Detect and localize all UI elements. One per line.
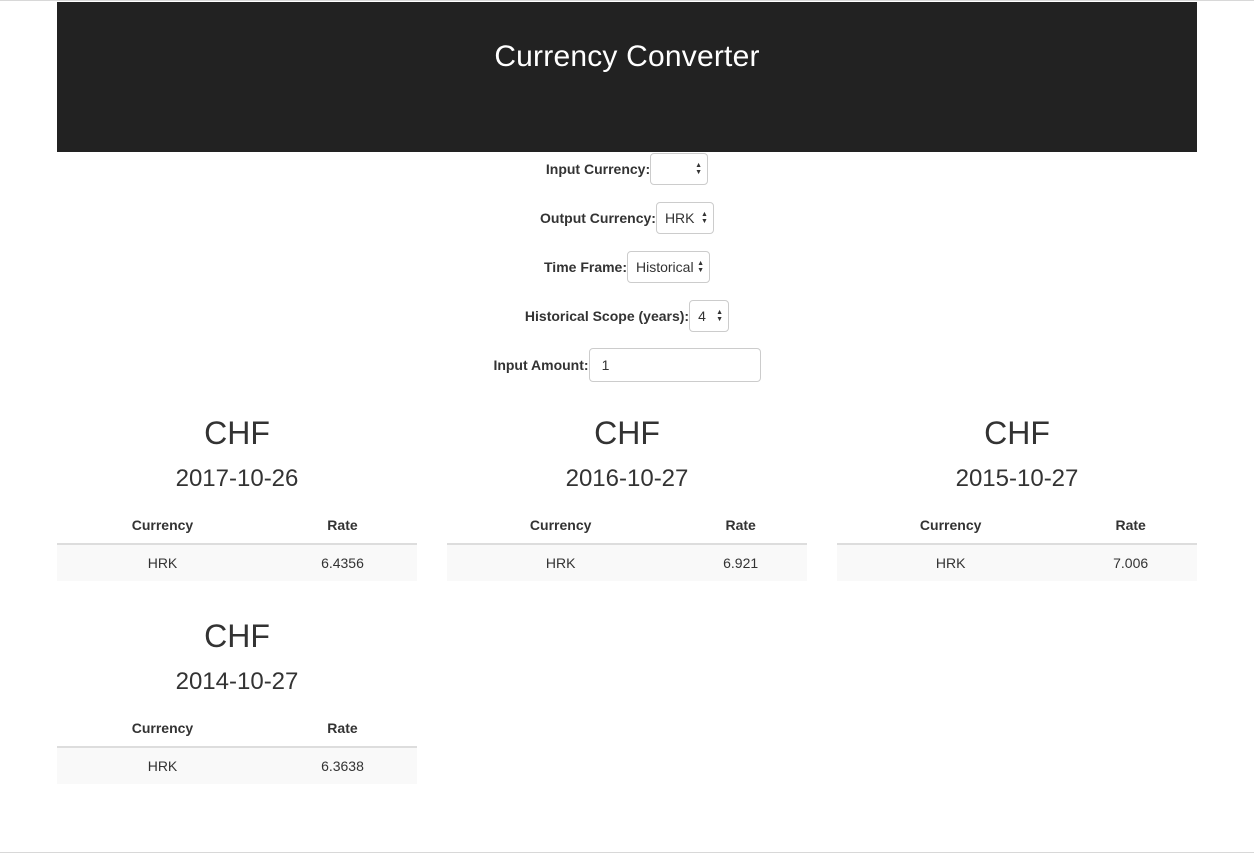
- result-base-currency: CHF: [204, 415, 270, 451]
- column-header-currency: Currency: [57, 507, 268, 545]
- historical-scope-row: Historical Scope (years): 4 ▲ ▼: [0, 299, 1254, 333]
- time-frame-value: Historical: [636, 259, 694, 275]
- select-arrows-icon: ▲ ▼: [697, 260, 704, 274]
- table-row: HRK 6.3638: [57, 747, 417, 784]
- output-currency-row: Output Currency: HRK ▲ ▼: [0, 201, 1254, 235]
- result-table: Currency Rate HRK 6.921: [447, 507, 807, 581]
- select-arrows-icon: ▲ ▼: [716, 309, 724, 323]
- column-header-rate: Rate: [674, 507, 807, 545]
- table-row: HRK 7.006: [837, 544, 1197, 581]
- historical-scope-value: 4: [698, 308, 706, 324]
- input-amount-row: Input Amount:: [0, 348, 1254, 382]
- result-date: 2014-10-27: [175, 668, 299, 695]
- input-currency-row: Input Currency: ▲ ▼: [0, 152, 1254, 186]
- result-base-currency: CHF: [984, 415, 1050, 451]
- output-currency-label: Output Currency:: [540, 210, 656, 226]
- result-base-currency: CHF: [594, 415, 660, 451]
- time-frame-label: Time Frame:: [544, 259, 627, 275]
- result-table: Currency Rate HRK 7.006: [837, 507, 1197, 581]
- input-currency-select[interactable]: ▲ ▼: [650, 153, 709, 185]
- table-row: HRK 6.921: [447, 544, 807, 581]
- page-title: Currency Converter: [494, 40, 760, 73]
- cell-rate: 6.4356: [267, 544, 417, 581]
- select-arrows-icon: ▲ ▼: [701, 211, 708, 225]
- time-frame-row: Time Frame: Historical ▲ ▼: [0, 250, 1254, 284]
- column-header-currency: Currency: [447, 507, 675, 545]
- historical-scope-label: Historical Scope (years):: [524, 308, 690, 324]
- app-header: Currency Converter: [57, 2, 1197, 152]
- time-frame-select[interactable]: Historical ▲ ▼: [627, 251, 710, 283]
- select-arrows-icon: ▲ ▼: [695, 162, 703, 176]
- column-header-currency: Currency: [57, 710, 268, 748]
- result-table: Currency Rate HRK 6.3638: [57, 710, 417, 784]
- result-date: 2016-10-27: [565, 465, 689, 492]
- output-currency-value: HRK: [664, 210, 695, 226]
- column-header-rate: Rate: [267, 507, 417, 545]
- historical-scope-select[interactable]: 4 ▲ ▼: [689, 300, 730, 332]
- column-header-currency: Currency: [837, 507, 1065, 545]
- cell-currency: HRK: [447, 544, 675, 581]
- cell-currency: HRK: [837, 544, 1065, 581]
- input-currency-label: Input Currency:: [545, 161, 651, 177]
- table-row: HRK 6.4356: [57, 544, 417, 581]
- input-amount-label: Input Amount:: [493, 357, 589, 373]
- column-header-rate: Rate: [267, 710, 417, 748]
- output-currency-select[interactable]: HRK ▲ ▼: [655, 202, 714, 234]
- result-date: 2017-10-26: [175, 465, 299, 492]
- cell-rate: 7.006: [1064, 544, 1197, 581]
- result-table: Currency Rate HRK 6.4356: [57, 507, 417, 581]
- cell-currency: HRK: [57, 747, 268, 784]
- result-date: 2015-10-27: [955, 465, 1079, 492]
- cell-currency: HRK: [57, 544, 268, 581]
- cell-rate: 6.3638: [267, 747, 417, 784]
- page: Currency Converter Input Currency: ▲ ▼ Ou…: [0, 0, 1254, 853]
- cell-rate: 6.921: [674, 544, 807, 581]
- column-header-rate: Rate: [1064, 507, 1197, 545]
- result-base-currency: CHF: [204, 618, 270, 654]
- input-amount-field[interactable]: [588, 348, 761, 382]
